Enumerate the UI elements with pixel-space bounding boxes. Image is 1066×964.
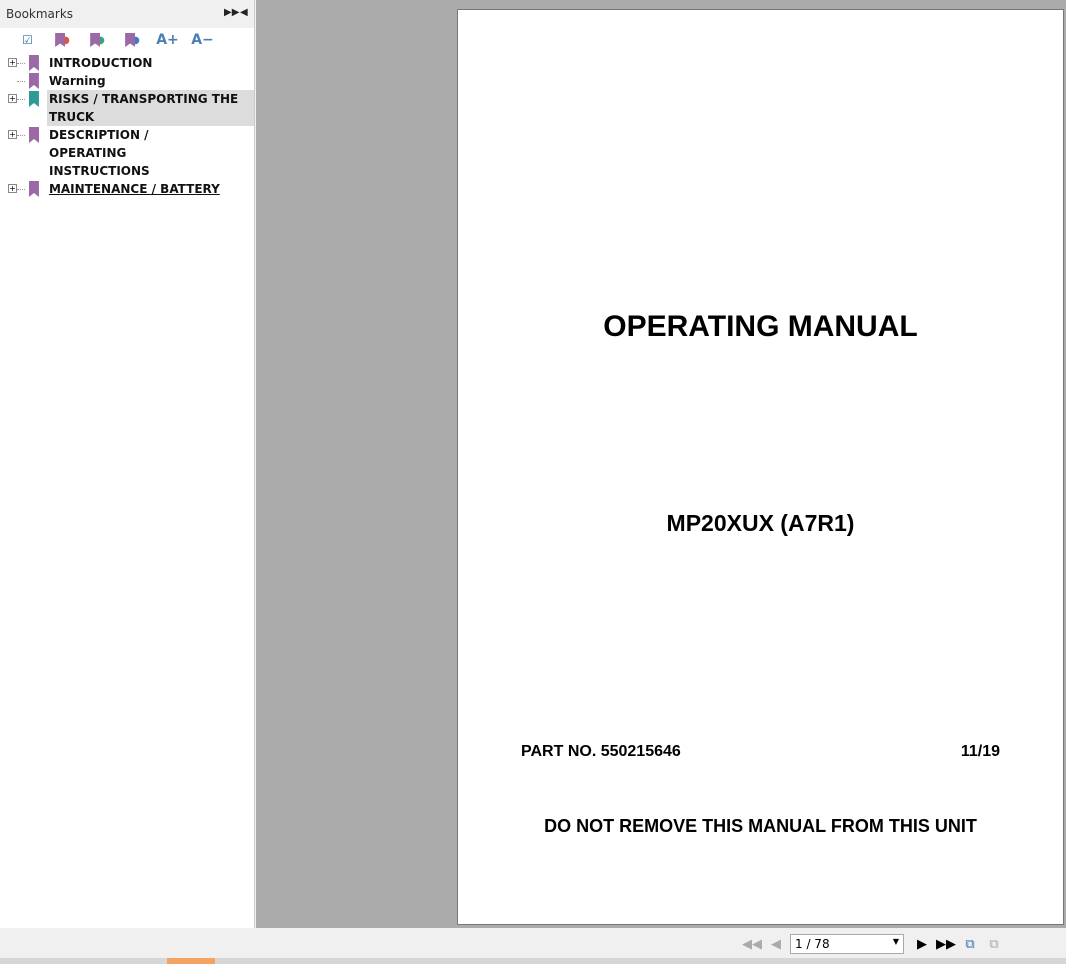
document-title: OPERATING MANUAL xyxy=(603,310,918,343)
bookmark-description[interactable]: + DESCRIPTION / OPERATING INSTRUCTIONS xyxy=(0,126,254,180)
page-indicator: 1 / 78 xyxy=(795,937,830,951)
delete-bookmark-icon[interactable]: ● xyxy=(45,30,80,50)
expand-icon[interactable]: + xyxy=(8,130,17,139)
bookmarks-header: Bookmarks ▶▶ ◀ xyxy=(0,0,254,28)
increase-font-icon[interactable]: A+ xyxy=(150,30,185,50)
bookmark-options-icon[interactable]: ☑ xyxy=(10,30,45,50)
first-page-button[interactable]: ◀◀ xyxy=(740,937,764,952)
collapse-panel-icon[interactable]: ◀ xyxy=(240,7,248,18)
pdf-page: OPERATING MANUAL MP20XUX (A7R1) PART NO.… xyxy=(457,9,1064,925)
previous-page-button[interactable]: ◀ xyxy=(764,937,788,952)
go-to-bookmark-icon[interactable]: ● xyxy=(115,30,150,50)
next-page-button[interactable]: ▶ xyxy=(910,937,934,952)
decrease-font-icon[interactable]: A− xyxy=(185,30,220,50)
bookmark-icon xyxy=(29,127,39,143)
bookmark-icon xyxy=(28,181,39,197)
dropdown-icon: ▼ xyxy=(892,937,899,946)
bookmark-introduction[interactable]: + INTRODUCTION xyxy=(0,54,254,72)
bookmark-maintenance[interactable]: + MAINTENANCE / BATTERY xyxy=(0,180,254,198)
next-view-icon[interactable]: ⧉ xyxy=(982,937,1006,952)
revision-date: 11/19 xyxy=(960,743,1000,760)
model-number: MP20XUX (A7R1) xyxy=(666,510,855,536)
document-viewer: OPERATING MANUAL MP20XUX (A7R1) PART NO.… xyxy=(256,0,1066,928)
bookmark-icon xyxy=(28,91,39,107)
part-number: PART NO. 550215646 xyxy=(521,743,681,760)
bookmarks-title: Bookmarks xyxy=(6,7,74,21)
expand-icon[interactable]: + xyxy=(8,184,17,193)
bookmark-risks[interactable]: + RISKS / TRANSPORTING THE TRUCK xyxy=(0,90,254,126)
bookmark-icon xyxy=(28,73,39,89)
page-navigation: ◀◀ ◀ 1 / 78 ▼ ▶ ▶▶ ⧉ ⧉ xyxy=(740,932,1006,956)
bookmark-tree: + INTRODUCTION Warning + RISKS / TRANSPORT… xyxy=(0,52,254,198)
status-indicator xyxy=(167,958,215,964)
bookmark-icon xyxy=(28,55,39,71)
bookmark-warning[interactable]: Warning xyxy=(0,72,254,90)
last-page-button[interactable]: ▶▶ xyxy=(934,937,958,952)
bookmarks-toolbar: ☑ ● ● ● A+ A− xyxy=(0,28,254,52)
add-bookmark-icon[interactable]: ● xyxy=(80,30,115,50)
notice: DO NOT REMOVE THIS MANUAL FROM THIS UNIT xyxy=(544,816,977,836)
previous-view-icon[interactable]: ⧉ xyxy=(958,937,982,952)
status-bar xyxy=(0,958,1066,964)
expand-icon[interactable]: + xyxy=(8,58,17,67)
expand-panel-icon[interactable]: ▶▶ xyxy=(224,7,239,18)
page-number-select[interactable]: 1 / 78 ▼ xyxy=(790,934,904,954)
expand-icon[interactable]: + xyxy=(8,94,17,103)
bookmarks-panel: Bookmarks ▶▶ ◀ ☑ ● ● ● A+ A− + INTRODUCTI… xyxy=(0,0,255,928)
